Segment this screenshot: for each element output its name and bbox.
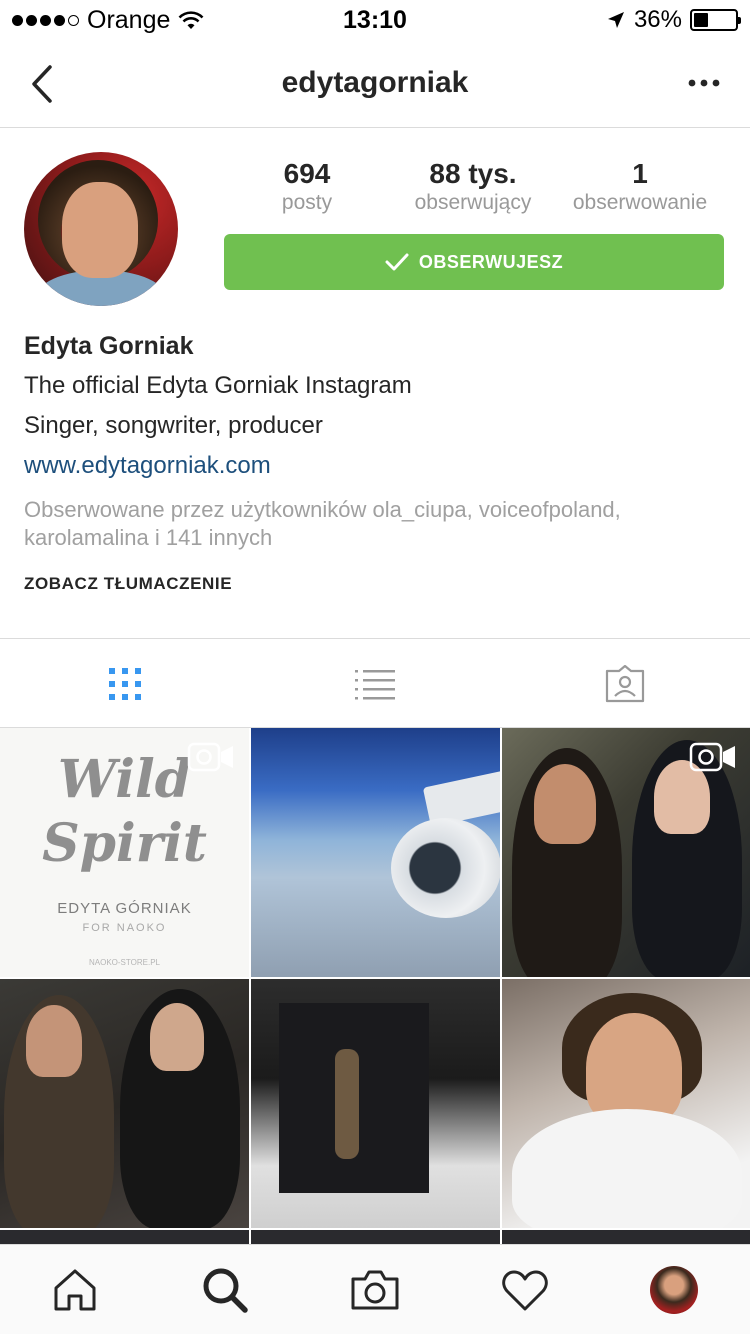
search-icon	[203, 1268, 248, 1313]
stat-posts-label: posty	[281, 191, 333, 214]
grid-post[interactable]	[251, 728, 500, 977]
profile-tab-avatar[interactable]	[650, 1266, 698, 1314]
status-right: 36%	[606, 6, 741, 34]
tab-list[interactable]	[355, 665, 395, 703]
post-graphic-brand: EDYTA GÓRNIAK	[57, 900, 192, 917]
battery-icon	[690, 9, 741, 31]
see-translation-link[interactable]: ZOBACZ TŁUMACZENIE	[24, 574, 232, 594]
video-camera-icon	[689, 742, 735, 772]
website-link[interactable]: www.edytagorniak.com	[24, 452, 271, 480]
battery-percent: 36%	[633, 6, 682, 33]
following-button-label: OBSERWUJESZ	[418, 251, 564, 272]
grid-post[interactable]	[502, 979, 750, 1228]
camera-icon	[351, 1270, 399, 1310]
home-tab[interactable]	[50, 1267, 100, 1313]
followed-by-text[interactable]: Obserwowane przez użytkowników ola_ciupa…	[24, 496, 734, 552]
grid-post[interactable]	[502, 728, 750, 977]
search-tab[interactable]	[200, 1267, 250, 1313]
tagged-person-icon	[605, 665, 645, 703]
bottom-tab-bar	[0, 1244, 750, 1334]
status-bar: Orange 13:10 36%	[0, 0, 750, 40]
bio-line: Singer, songwriter, producer	[24, 412, 323, 439]
post-graphic-store: NAOKO-STORE.PL	[89, 958, 160, 967]
checkmark-icon	[385, 253, 409, 271]
post-graphic-brand-sub: FOR NAOKO	[82, 922, 167, 934]
tab-grid[interactable]	[105, 665, 145, 703]
stat-followers-label: obserwujący	[414, 191, 532, 214]
stat-followers-value: 88 tys.	[429, 158, 517, 189]
location-arrow-icon	[607, 12, 624, 28]
profile-name: Edyta Gorniak	[24, 332, 194, 360]
tab-tagged[interactable]	[605, 665, 645, 703]
grid-icon	[109, 668, 141, 700]
page-title: edytagorniak	[281, 66, 469, 99]
profile-avatar[interactable]	[24, 152, 178, 306]
stat-followers[interactable]: 88 tys. obserwujący	[398, 158, 548, 216]
video-camera-icon	[187, 742, 233, 772]
activity-tab[interactable]	[500, 1267, 550, 1313]
more-options-button[interactable]	[684, 68, 724, 98]
stat-posts[interactable]: 694 posty	[250, 158, 364, 216]
stat-posts-value: 694	[283, 158, 331, 189]
grid-post[interactable]: Wild Spirit EDYTA GÓRNIAK FOR NAOKO NAOKO…	[0, 728, 249, 977]
grid-post[interactable]	[0, 979, 249, 1228]
stat-following-label: obserwowanie	[572, 191, 708, 214]
nav-bar: edytagorniak	[0, 40, 750, 128]
list-icon	[355, 670, 395, 700]
stat-following-value: 1	[632, 158, 648, 189]
bio-line: The official Edyta Gorniak Instagram	[24, 372, 412, 399]
home-icon	[54, 1269, 96, 1311]
profile-view-tabs	[0, 638, 750, 728]
grid-post[interactable]	[251, 979, 500, 1228]
following-button[interactable]: OBSERWUJESZ	[224, 234, 724, 290]
camera-tab[interactable]	[350, 1267, 400, 1313]
heart-icon	[502, 1270, 548, 1311]
stat-following[interactable]: 1 obserwowanie	[560, 158, 720, 216]
ellipsis-icon	[688, 79, 720, 87]
